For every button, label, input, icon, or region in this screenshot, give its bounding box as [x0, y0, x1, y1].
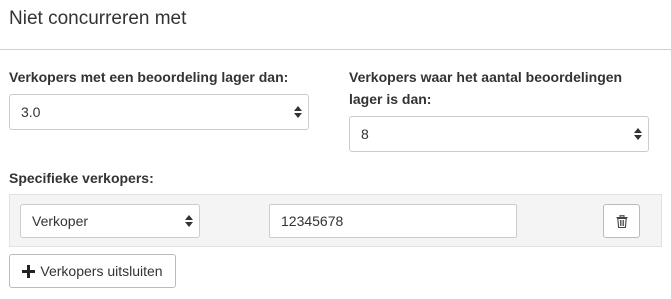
table-row: Verkoper [9, 194, 662, 247]
count-filter-select[interactable]: 8 [349, 116, 649, 152]
rating-filter-label: Verkopers met een beoordeling lager dan: [9, 69, 289, 85]
select-arrows-icon [294, 106, 302, 118]
select-arrows-icon [185, 215, 193, 227]
count-filter-value: 8 [361, 126, 369, 142]
rating-filter-value: 3.0 [21, 104, 41, 120]
divider [0, 49, 671, 50]
specific-sellers-label: Specifieke verkopers: [9, 170, 154, 186]
plus-icon [22, 264, 36, 278]
section-title: Niet concurreren met [9, 8, 187, 29]
add-sellers-button[interactable]: Verkopers uitsluiten [9, 254, 176, 288]
add-sellers-label: Verkopers uitsluiten [40, 263, 163, 279]
seller-type-value: Verkoper [32, 213, 89, 229]
delete-row-button[interactable] [603, 204, 640, 238]
seller-id-input[interactable] [269, 204, 517, 238]
seller-type-select[interactable]: Verkoper [20, 204, 200, 238]
rating-filter-select[interactable]: 3.0 [9, 94, 309, 130]
select-arrows-icon [634, 128, 642, 140]
trash-icon [616, 214, 627, 228]
count-filter-label-line2: lager is dan: [349, 91, 432, 107]
count-filter-label-line1: Verkopers waar het aantal beoordelingen [349, 69, 623, 85]
